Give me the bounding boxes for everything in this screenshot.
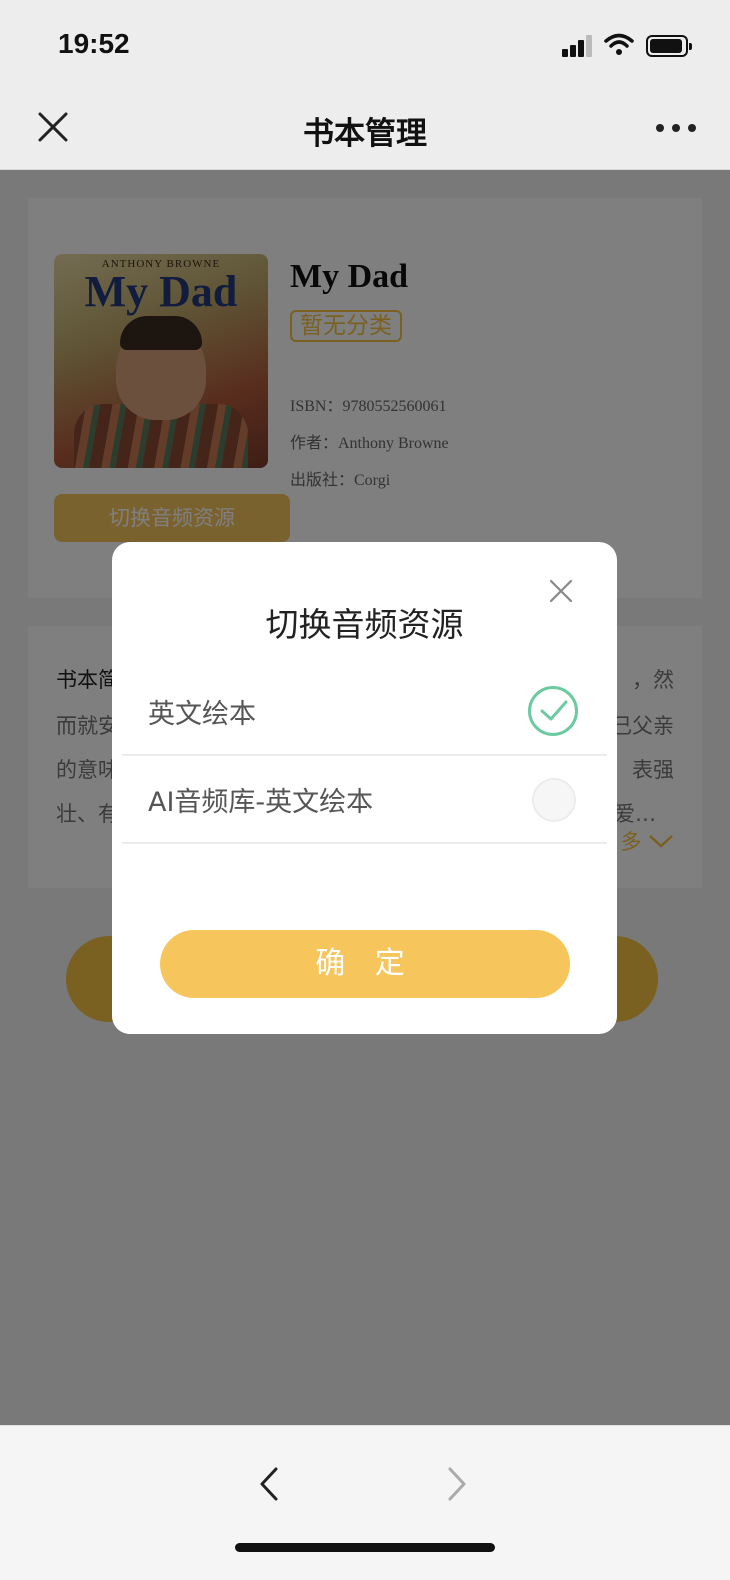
bottom-toolbar (0, 1425, 730, 1580)
more-icon[interactable] (656, 124, 696, 134)
status-time: 19:52 (58, 28, 130, 59)
option-label: AI音频库-英文绘本 (148, 787, 374, 818)
audio-option-english[interactable]: 英文绘本 (122, 668, 607, 756)
wifi-icon (604, 33, 634, 55)
battery-icon (646, 35, 692, 57)
nav-bar: 书本管理 (0, 88, 730, 170)
status-bar: 19:52 (0, 0, 730, 88)
confirm-button[interactable]: 确 定 (160, 930, 570, 998)
home-indicator (235, 1543, 495, 1552)
back-arrow-icon[interactable] (258, 1466, 280, 1502)
page-title: 书本管理 (303, 116, 427, 152)
radio-unchecked-icon[interactable] (532, 778, 576, 822)
option-label: 英文绘本 (148, 699, 256, 730)
signal-icon (562, 35, 594, 57)
check-icon[interactable] (528, 686, 578, 736)
switch-audio-modal: 切换音频资源 英文绘本 AI音频库-英文绘本 确 定 (112, 542, 617, 1034)
modal-title: 切换音频资源 (265, 605, 464, 644)
forward-arrow-icon[interactable] (446, 1466, 468, 1502)
audio-option-ai[interactable]: AI音频库-英文绘本 (122, 756, 607, 844)
